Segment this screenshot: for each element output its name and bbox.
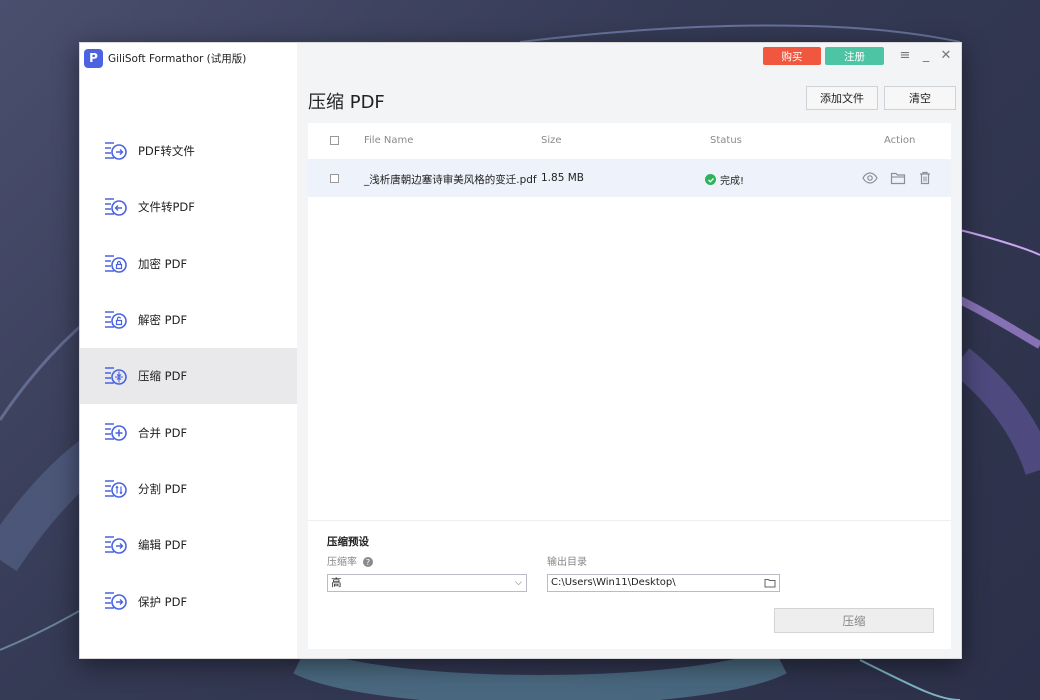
table-row[interactable]: _浅析唐朝边塞诗审美风格的变迁.pdf 1.85 MB 完成!: [308, 159, 951, 197]
sidebar-nav: PDF转文件 文件转PDF 加密 PDF 解密 PDF 压缩 PDF 合并 PD…: [80, 123, 297, 630]
chevron-down-icon: ⌵: [515, 578, 522, 588]
status-cell: 完成!: [705, 172, 744, 187]
file-to-pdf-icon: [105, 198, 127, 217]
sidebar-item-label: 编辑 PDF: [138, 538, 188, 553]
compression-rate-label: 压缩率: [327, 557, 357, 568]
preview-eye-icon[interactable]: [862, 170, 878, 186]
sidebar-item-label: 分割 PDF: [138, 481, 188, 496]
encrypt-pdf-icon: [105, 254, 127, 273]
sidebar-item-split-pdf[interactable]: 分割 PDF: [80, 461, 297, 517]
sidebar-item-label: 解密 PDF: [138, 313, 188, 328]
compression-rate-select[interactable]: 高 ⌵: [327, 574, 527, 592]
edit-pdf-icon: [105, 536, 127, 554]
rate-label-group: 压缩率?: [327, 553, 373, 568]
sidebar-item-file-to-pdf[interactable]: 文件转PDF: [80, 179, 297, 235]
file-name-cell: _浅析唐朝边塞诗审美风格的变迁.pdf: [364, 174, 537, 186]
sidebar-item-decrypt-pdf[interactable]: 解密 PDF: [80, 292, 297, 348]
sidebar-item-merge-pdf[interactable]: 合并 PDF: [80, 404, 297, 460]
app-logo-icon: P: [84, 48, 103, 68]
menu-icon[interactable]: ≡: [898, 48, 912, 63]
sidebar-item-edit-pdf[interactable]: 编辑 PDF: [80, 517, 297, 573]
protect-pdf-icon: [105, 592, 127, 611]
status-text: 完成!: [720, 176, 745, 187]
sidebar-item-label: 保护 PDF: [138, 594, 188, 609]
output-path-value: C:\Users\Win11\Desktop\: [551, 577, 676, 588]
settings-title: 压缩预设: [327, 536, 369, 548]
sidebar-item-label: 加密 PDF: [138, 256, 188, 271]
register-button[interactable]: 注册: [825, 47, 884, 65]
minimize-icon[interactable]: _: [919, 48, 933, 63]
main-content: 购买 注册 ≡ _ ✕ 压缩 PDF 添加文件 清空 File Name Siz…: [297, 43, 961, 658]
output-dir-label: 输出目录: [547, 557, 587, 568]
buy-button[interactable]: 购买: [763, 47, 821, 65]
sidebar-item-pdf-to-file[interactable]: PDF转文件: [80, 123, 297, 179]
delete-trash-icon[interactable]: [917, 170, 933, 186]
decrypt-pdf-icon: [105, 311, 127, 329]
table-header: File Name Size Status Action: [308, 123, 951, 159]
page-title: 压缩 PDF: [308, 92, 385, 113]
add-file-button[interactable]: 添加文件: [806, 86, 878, 110]
sidebar-item-protect-pdf[interactable]: 保护 PDF: [80, 573, 297, 629]
column-header-status: Status: [710, 135, 742, 146]
sidebar-item-label: 压缩 PDF: [138, 369, 188, 384]
compress-pdf-icon: [105, 367, 127, 385]
column-header-file-name: File Name: [364, 135, 414, 146]
help-icon[interactable]: ?: [363, 557, 373, 567]
file-table: File Name Size Status Action _浅析唐朝边塞诗审美风…: [308, 123, 951, 520]
sidebar-item-label: 合并 PDF: [138, 425, 188, 440]
row-checkbox[interactable]: [330, 174, 339, 183]
sidebar-item-encrypt-pdf[interactable]: 加密 PDF: [80, 236, 297, 292]
merge-pdf-icon: [105, 423, 127, 442]
sidebar: P GiliSoft Formathor (试用版) PDF转文件 文件转PDF: [80, 43, 297, 658]
browse-folder-icon[interactable]: [764, 577, 776, 589]
output-path-input[interactable]: C:\Users\Win11\Desktop\: [547, 574, 780, 592]
compress-button[interactable]: 压缩: [774, 608, 934, 633]
column-header-action: Action: [884, 135, 916, 146]
close-icon[interactable]: ✕: [939, 48, 953, 63]
app-brand: P GiliSoft Formathor (试用版): [84, 47, 246, 69]
pdf-to-file-icon: [105, 142, 127, 160]
sidebar-item-compress-pdf[interactable]: 压缩 PDF: [80, 348, 297, 405]
clear-button[interactable]: 清空: [884, 86, 956, 110]
open-folder-icon[interactable]: [890, 170, 906, 186]
check-circle-icon: [705, 174, 716, 185]
title-bar-controls: 购买 注册 ≡ _ ✕: [295, 43, 961, 73]
select-all-checkbox[interactable]: [330, 136, 339, 145]
file-size-cell: 1.85 MB: [541, 172, 584, 184]
compression-settings: 压缩预设 压缩率? 输出目录 高 ⌵ C:\Users\Win11\Deskto…: [308, 520, 951, 649]
compression-rate-value: 高: [331, 577, 342, 589]
app-window: P GiliSoft Formathor (试用版) PDF转文件 文件转PDF: [79, 42, 962, 659]
split-pdf-icon: [105, 479, 127, 498]
app-title: GiliSoft Formathor (试用版): [108, 52, 247, 65]
column-header-size: Size: [541, 135, 562, 146]
sidebar-item-label: 文件转PDF: [138, 200, 195, 215]
sidebar-item-label: PDF转文件: [138, 144, 195, 159]
